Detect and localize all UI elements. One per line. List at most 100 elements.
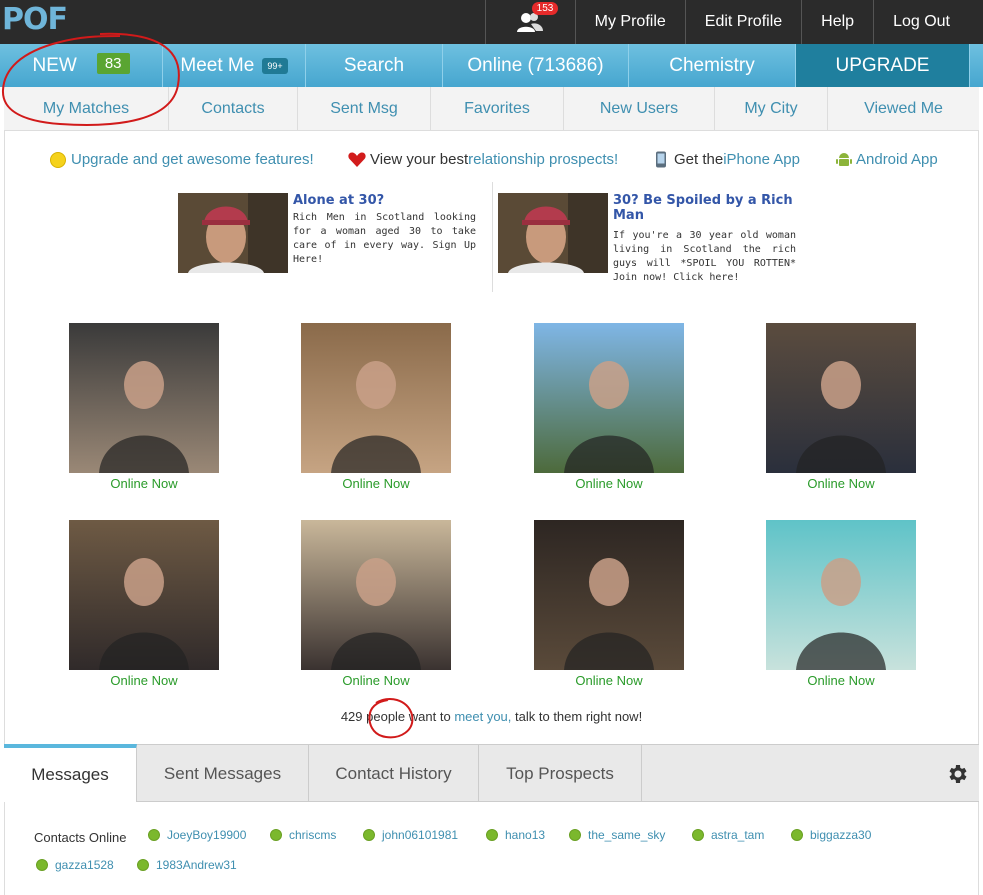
contact-online[interactable]: chriscms: [270, 828, 336, 842]
online-dot-icon: [270, 829, 282, 841]
contact-name[interactable]: gazza1528: [55, 858, 114, 872]
sub-nav: My Matches Contacts Sent Msg Favorites N…: [4, 87, 979, 131]
tab-chemistry[interactable]: Chemistry: [629, 44, 796, 87]
subnav-contacts[interactable]: Contacts: [169, 87, 298, 131]
contact-online[interactable]: astra_tam: [692, 828, 764, 842]
tab-top-prospects[interactable]: Top Prospects: [479, 745, 642, 802]
profile-photo[interactable]: [766, 520, 916, 670]
online-now-label[interactable]: Online Now: [301, 476, 451, 491]
main-nav: NEW 83 Meet Me 99+ Search Online (713686…: [0, 44, 983, 87]
contact-name[interactable]: astra_tam: [711, 828, 764, 842]
online-now-label[interactable]: Online Now: [534, 673, 684, 688]
tab-search[interactable]: Search: [306, 44, 443, 87]
contact-online[interactable]: john06101981: [363, 828, 458, 842]
contact-name[interactable]: hano13: [505, 828, 545, 842]
log-out-link[interactable]: Log Out: [873, 0, 969, 44]
android-app-link[interactable]: Android App: [856, 151, 938, 168]
features-row: Upgrade and get awesome features! View y…: [0, 151, 983, 177]
contacts-online-label: Contacts Online: [34, 830, 127, 845]
friends-button[interactable]: 153: [484, 0, 575, 44]
online-now-label[interactable]: Online Now: [69, 476, 219, 491]
online-dot-icon: [692, 829, 704, 841]
subnav-favorites[interactable]: Favorites: [431, 87, 564, 131]
meet-you-link[interactable]: meet you,: [454, 709, 511, 724]
iphone-app-link[interactable]: iPhone App: [723, 151, 800, 168]
android-feature[interactable]: Android App: [836, 151, 938, 168]
subnav-sent-msg[interactable]: Sent Msg: [298, 87, 431, 131]
prospects-prefix: View your best: [370, 151, 469, 168]
help-link[interactable]: Help: [801, 0, 873, 44]
online-now-label[interactable]: Online Now: [69, 673, 219, 688]
smiley-icon: [50, 151, 66, 168]
profile-photo[interactable]: [534, 323, 684, 473]
ad-title[interactable]: 30? Be Spoiled by a Rich Man: [613, 193, 798, 223]
online-now-label[interactable]: Online Now: [766, 476, 916, 491]
tab-new[interactable]: NEW 83: [0, 44, 163, 87]
ad-body: Rich Men in Scotland looking for a woman…: [293, 212, 476, 265]
online-dot-icon: [791, 829, 803, 841]
ad-body: If you're a 30 year old woman living in …: [613, 230, 796, 283]
meet-suffix: talk to them right now!: [511, 709, 643, 724]
contact-online[interactable]: hano13: [486, 828, 545, 842]
upgrade-feature-link[interactable]: Upgrade and get awesome features!: [50, 151, 314, 168]
android-icon: [836, 153, 852, 166]
contact-name[interactable]: JoeyBoy19900: [167, 828, 246, 842]
new-count-badge: 83: [96, 53, 130, 74]
contact-online[interactable]: the_same_sky: [569, 828, 665, 842]
settings-gear-icon[interactable]: [945, 762, 969, 786]
pof-logo[interactable]: POF: [2, 2, 68, 37]
subnav-new-users[interactable]: New Users: [564, 87, 715, 131]
online-dot-icon: [363, 829, 375, 841]
meet-middle: people want to: [362, 709, 455, 724]
subnav-viewed-me[interactable]: Viewed Me: [828, 87, 979, 131]
contact-online[interactable]: gazza1528: [36, 858, 114, 872]
tab-contact-history[interactable]: Contact History: [309, 745, 479, 802]
online-dot-icon: [486, 829, 498, 841]
iphone-prefix: Get the: [674, 151, 724, 168]
edit-profile-link[interactable]: Edit Profile: [684, 0, 801, 44]
profile-photo[interactable]: [301, 520, 451, 670]
ad-divider: [492, 182, 493, 292]
profile-photo[interactable]: [69, 520, 219, 670]
contact-online[interactable]: 1983Andrew31: [137, 858, 237, 872]
ad-photo[interactable]: [178, 193, 288, 273]
contact-online[interactable]: JoeyBoy19900: [148, 828, 246, 842]
ad-title[interactable]: Alone at 30?: [293, 193, 483, 208]
phone-icon: [656, 151, 666, 168]
tab-messages[interactable]: Messages: [4, 744, 137, 802]
tab-online[interactable]: Online (713686): [443, 44, 629, 87]
profile-photo[interactable]: [534, 520, 684, 670]
contact-name[interactable]: 1983Andrew31: [156, 858, 237, 872]
notification-badge: 153: [531, 2, 559, 15]
profile-photo[interactable]: [766, 323, 916, 473]
tab-meet-me-label: Meet Me: [180, 54, 255, 76]
messages-tabs: Messages Sent Messages Contact History T…: [4, 744, 979, 802]
tab-sent-messages[interactable]: Sent Messages: [137, 745, 309, 802]
online-now-label[interactable]: Online Now: [301, 673, 451, 688]
contact-name[interactable]: chriscms: [289, 828, 336, 842]
online-now-label[interactable]: Online Now: [766, 673, 916, 688]
contact-name[interactable]: the_same_sky: [588, 828, 665, 842]
relationship-prospects-link[interactable]: relationship prospects!: [468, 151, 618, 168]
tab-new-label: NEW: [32, 54, 77, 76]
top-bar: POF 153 My Profile Edit Profile Help Log…: [0, 0, 983, 44]
meet-count: 429: [340, 709, 363, 724]
ad-photo[interactable]: [498, 193, 608, 273]
prospects-feature[interactable]: View your best relationship prospects!: [348, 151, 618, 168]
subnav-my-matches[interactable]: My Matches: [4, 87, 169, 131]
upgrade-feature-text[interactable]: Upgrade and get awesome features!: [71, 151, 314, 168]
tab-meet-me[interactable]: Meet Me 99+: [163, 44, 306, 87]
my-profile-link[interactable]: My Profile: [574, 0, 685, 44]
contact-online[interactable]: biggazza30: [791, 828, 871, 842]
heart-icon: [348, 151, 366, 167]
profile-photo[interactable]: [69, 323, 219, 473]
iphone-feature[interactable]: Get the iPhone App: [655, 151, 800, 168]
subnav-my-city[interactable]: My City: [715, 87, 828, 131]
online-dot-icon: [137, 859, 149, 871]
online-now-label[interactable]: Online Now: [534, 476, 684, 491]
online-dot-icon: [36, 859, 48, 871]
contact-name[interactable]: john06101981: [382, 828, 458, 842]
profile-photo[interactable]: [301, 323, 451, 473]
tab-upgrade[interactable]: UPGRADE: [796, 44, 970, 87]
contact-name[interactable]: biggazza30: [810, 828, 871, 842]
